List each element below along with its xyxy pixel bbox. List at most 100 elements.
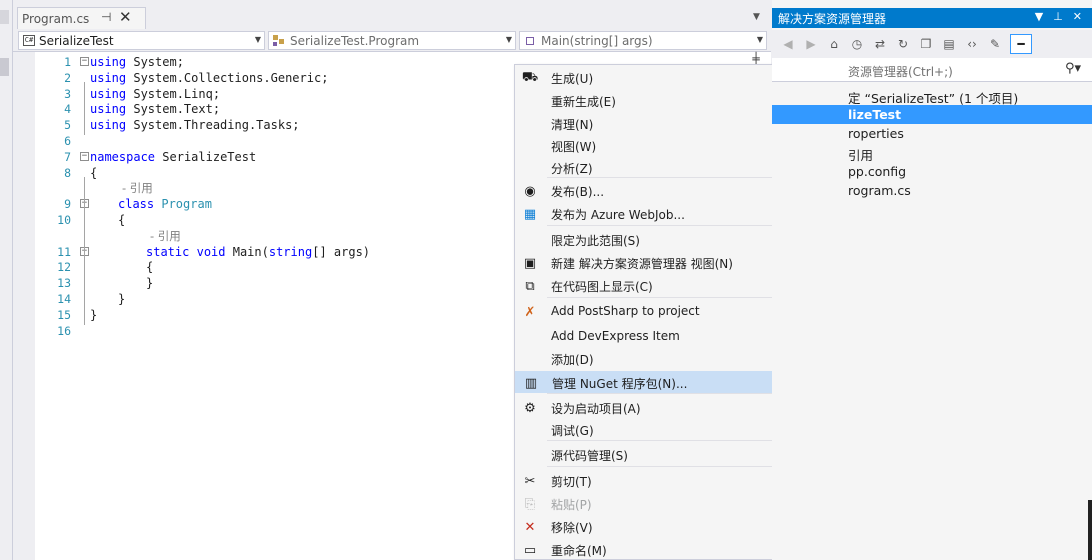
line-number: 7 [64, 149, 71, 164]
menu-item-label: 剪切(T) [551, 475, 592, 489]
line-number: 10 [57, 213, 71, 227]
refresh-icon[interactable]: ↻ [895, 36, 911, 52]
panel-title-bar: 解决方案资源管理器 ▼ ⊥ ✕ [772, 8, 1092, 28]
nuget-icon: ▥ [524, 375, 538, 391]
pin-icon[interactable]: ⊣ [101, 10, 111, 24]
tree-node[interactable]: roperties [772, 124, 1092, 143]
code-token: } [146, 276, 154, 291]
line-number: 16 [57, 323, 71, 338]
menu-item-label: 在代码图上显示(C) [551, 280, 653, 294]
gear-icon: ⚙ [524, 400, 536, 416]
tab-list-dropdown-icon[interactable]: ▼ [753, 12, 760, 22]
menu-item-label: 设为启动项目(A) [551, 402, 641, 416]
keyword-token: using [90, 70, 127, 85]
menu-item-label: 发布(B)... [551, 185, 605, 199]
line-number: 1 [64, 55, 71, 69]
code-text: { [90, 165, 97, 181]
solution-search-box[interactable]: 资源管理器(Ctrl+;) ⚲▾ [772, 58, 1092, 82]
project-combo[interactable]: C# SerializeTest ▼ [18, 31, 265, 50]
menu-item-label: 调试(G) [551, 424, 594, 438]
line-number: 3 [64, 86, 71, 101]
code-token: { [146, 260, 154, 275]
tree-node[interactable]: 定 “SerializeTest” (1 个项目) [772, 86, 1092, 105]
document-tab-bar: Program.cs ⊣ ✕ ▼ [13, 0, 771, 29]
code-text: { [146, 259, 153, 275]
panel-dropdown-icon[interactable]: ▼ [1035, 10, 1043, 23]
line-number: 4 [64, 102, 71, 117]
line-number: 13 [57, 276, 71, 291]
menu-item-label: 生成(U) [551, 72, 594, 86]
back-icon[interactable]: ◀ [780, 36, 796, 52]
project-combo-value: SerializeTest [39, 33, 114, 48]
tree-node[interactable]: rogram.cs [772, 181, 1092, 200]
menu-item-label: 添加(D) [551, 353, 594, 367]
tree-node[interactable]: pp.config [772, 162, 1092, 181]
new-view-icon: ▣ [523, 255, 537, 271]
search-icon[interactable]: ⚲▾ [1065, 61, 1081, 76]
code-token: System.Threading.Tasks; [133, 118, 300, 133]
class-combo-value: SerializeTest.Program [290, 33, 420, 48]
windows-icon: ▦ [523, 206, 537, 222]
csharp-project-icon: C# [23, 35, 35, 46]
paste-icon: ⎘ [524, 496, 536, 512]
close-icon[interactable]: ✕ [1073, 10, 1082, 23]
code-text: using System.Linq; [90, 86, 220, 102]
keyword-token: using [90, 118, 127, 133]
publish-icon: ◉ [524, 183, 536, 199]
left-tool-strip [0, 0, 13, 560]
forward-icon[interactable]: ▶ [803, 36, 819, 52]
scrollbar[interactable] [1088, 500, 1092, 560]
keyword-token: using [90, 55, 127, 69]
collapse-region-icon[interactable]: − [80, 151, 89, 161]
preview-selected-icon[interactable]: ━ [1010, 34, 1032, 54]
properties-icon[interactable]: ✎ [987, 36, 1003, 52]
tree-node[interactable]: 引用 [772, 143, 1092, 162]
code-token: [] args) [312, 244, 371, 259]
tree-node-label: rogram.cs [848, 183, 911, 198]
code-text: class Program [118, 196, 212, 212]
code-text: using System; [90, 54, 184, 70]
code-token: System; [133, 55, 184, 69]
close-icon[interactable]: ✕ [119, 8, 132, 26]
menu-item-label: 重新生成(E) [551, 95, 616, 109]
code-token: SerializeTest [162, 149, 257, 164]
class-icon [273, 34, 287, 47]
class-combo[interactable]: SerializeTest.Program ▼ [268, 31, 516, 50]
menu-item-label: 清理(N) [551, 118, 594, 132]
menu-item-label: 发布为 Azure WebJob... [551, 208, 685, 222]
code-text: } [118, 291, 125, 307]
left-strip-tab-active[interactable] [0, 58, 9, 76]
tab-program-cs[interactable]: Program.cs ⊣ ✕ [17, 7, 146, 29]
menu-item-label: 粘贴(P) [551, 498, 592, 512]
member-combo[interactable]: Main(string[] args) ▼ [519, 31, 767, 50]
collapse-all-icon[interactable]: ❐ [918, 36, 934, 52]
keyword-token: namespace [90, 149, 156, 164]
menu-item-label: 新建 解决方案资源管理器 视图(N) [551, 257, 733, 271]
line-number: 12 [57, 260, 71, 275]
code-text: using System.Threading.Tasks; [90, 117, 300, 133]
menu-item-label: 重命名(M) [551, 544, 607, 558]
tree-node-label: pp.config [848, 164, 907, 179]
collapse-region-icon[interactable]: − [80, 57, 89, 66]
pin-icon[interactable]: ⊥ [1053, 10, 1063, 23]
code-token: } [118, 292, 126, 306]
navigation-bar: C# SerializeTest ▼ SerializeTest.Program… [13, 29, 771, 52]
show-all-files-icon[interactable]: ▤ [941, 36, 957, 52]
tree-node-selected[interactable]: lizeTest [772, 105, 1092, 124]
home-icon[interactable]: ⌂ [826, 36, 842, 52]
pending-changes-filter-icon[interactable]: ◷ [849, 36, 865, 52]
code-text: } [146, 275, 153, 291]
code-text: { [118, 212, 125, 228]
reference-count: - 引用 [122, 181, 153, 196]
line-number: 9 [64, 197, 71, 212]
line-number: 5 [64, 118, 71, 133]
visual-studio-window: Program.cs ⊣ ✕ ▼ C# SerializeTest ▼ Seri… [0, 0, 1092, 560]
sync-icon[interactable]: ⇄ [872, 36, 888, 52]
reference-count: - 引用 [150, 228, 181, 243]
view-code-icon[interactable]: ‹› [964, 36, 980, 52]
menu-item-label: 视图(W) [551, 140, 597, 154]
code-token: Main( [232, 244, 269, 259]
left-strip-tab[interactable] [0, 10, 9, 24]
line-number: 8 [64, 165, 71, 180]
chevron-down-icon: ▼ [505, 35, 512, 44]
